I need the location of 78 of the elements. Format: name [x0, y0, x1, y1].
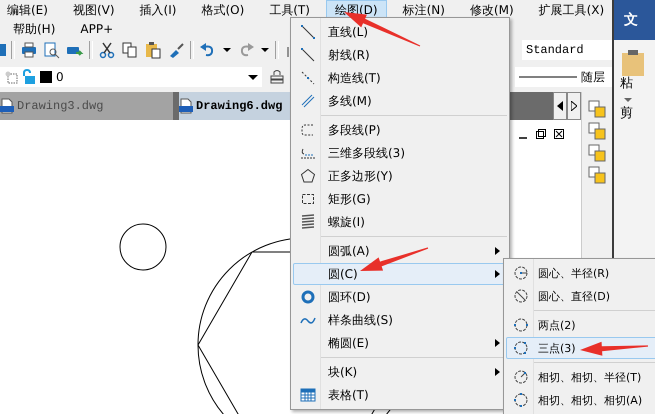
layer-tool-icon[interactable] [588, 122, 606, 140]
dropdown-caret-icon [248, 72, 258, 82]
close-icon[interactable] [554, 129, 564, 139]
text-style-dropdown[interactable]: Standard [522, 40, 612, 60]
layer-tool-icon[interactable] [588, 166, 606, 184]
copy-icon[interactable] [121, 41, 139, 59]
menu-item[interactable]: 多段线(P) [293, 119, 507, 141]
menu-item[interactable]: 三点(3) [506, 337, 655, 359]
layer-tool-icon[interactable] [588, 100, 606, 118]
menu-bar-item[interactable]: 编辑(E) [0, 0, 57, 20]
menu-item[interactable]: 射线(R) [293, 44, 507, 66]
color-swatch-icon [40, 71, 52, 83]
menu-item[interactable]: 圆心、半径(R) [506, 262, 655, 284]
menu-item[interactable]: 相切、相切、相切(A) [506, 389, 655, 411]
unlocked-icon [22, 69, 36, 85]
menu-bar-item[interactable]: APP+ [71, 18, 122, 38]
left-triangle-icon [557, 101, 564, 111]
menu-item[interactable]: 圆心、直径(D) [506, 285, 655, 307]
dwg-file-icon [179, 98, 193, 114]
menu-item[interactable]: 构造线(T) [293, 67, 507, 89]
paste-icon[interactable] [144, 41, 162, 59]
menu-item[interactable]: 正多边形(Y) [293, 165, 507, 187]
restore-icon[interactable] [536, 129, 546, 139]
layer-stack-icon[interactable] [268, 68, 286, 86]
circle-points-icon [513, 317, 529, 333]
print-preview-icon[interactable] [43, 41, 61, 59]
polyline-icon [300, 122, 316, 138]
menu-item[interactable]: 三维多段线(3) [293, 142, 507, 164]
pentagon-icon [300, 168, 316, 184]
scroll-right-button[interactable] [567, 92, 582, 120]
menu-bar-item[interactable]: 扩展工具(X) [530, 0, 614, 20]
menu-bar-item[interactable]: 格式(O) [192, 0, 254, 20]
menu-bar-item[interactable]: 帮助(H) [4, 18, 64, 38]
menu-item[interactable]: 圆环(D) [293, 286, 507, 308]
circle-tangent-icon [513, 369, 529, 385]
document-tab[interactable]: Drawing3.dwg [0, 92, 173, 120]
circle-tangent-icon [513, 392, 529, 408]
multiline-icon [300, 93, 316, 109]
menu-item[interactable]: 螺旋(I) [293, 211, 507, 233]
menu-item[interactable]: 块(K) [293, 361, 507, 383]
ribbon-tab[interactable]: 文 [614, 0, 655, 40]
menu-item[interactable]: 直线(L) [293, 21, 507, 43]
menu-item[interactable]: 样条曲线(S) [293, 309, 507, 331]
circle-radius-icon [513, 265, 529, 281]
line-sample-icon [519, 75, 577, 79]
menu-item[interactable]: 表格(T) [293, 384, 507, 406]
menu-bar-item[interactable]: 插入(I) [130, 0, 186, 20]
ring-icon [300, 289, 316, 305]
menu-item[interactable]: 相切、相切、半径(T) [506, 366, 655, 388]
print-icon[interactable] [20, 41, 38, 59]
menu-item[interactable]: 矩形(G) [293, 188, 507, 210]
menu-item[interactable]: 两点(2) [506, 314, 655, 336]
group-label: 剪 [619, 106, 634, 122]
annotation-arrow [580, 342, 648, 356]
cut-icon[interactable] [98, 41, 116, 59]
paste-label: 粘 [619, 76, 634, 92]
menu-item[interactable]: 圆弧(A) [293, 240, 507, 262]
menu-item[interactable]: 椭圆(E) [293, 332, 507, 354]
construction-line-icon [300, 70, 316, 86]
menu-bar-item[interactable]: 工具(T) [260, 0, 319, 20]
menu-bar-item[interactable]: 视图(V) [64, 0, 124, 20]
circle-diameter-icon [513, 288, 529, 304]
dwg-file-icon [0, 98, 14, 114]
right-triangle-icon [571, 101, 578, 111]
ray-icon [300, 47, 316, 63]
layer-tool-icon[interactable] [588, 144, 606, 162]
scroll-left-button[interactable] [553, 92, 568, 120]
rectangle-icon [300, 191, 316, 207]
menu-bar-item[interactable]: 标注(N) [394, 0, 454, 20]
layer-name: 0 [56, 70, 64, 84]
layer-dropdown[interactable]: 0 [0, 67, 262, 87]
helix-icon [300, 214, 316, 230]
circle-shape [120, 224, 166, 270]
line-icon [300, 24, 316, 40]
circle-points-icon [513, 340, 529, 356]
linetype-dropdown[interactable]: 随层 [515, 67, 612, 87]
menu-bar-item[interactable]: 修改(M) [460, 0, 523, 20]
table-icon [300, 387, 316, 403]
